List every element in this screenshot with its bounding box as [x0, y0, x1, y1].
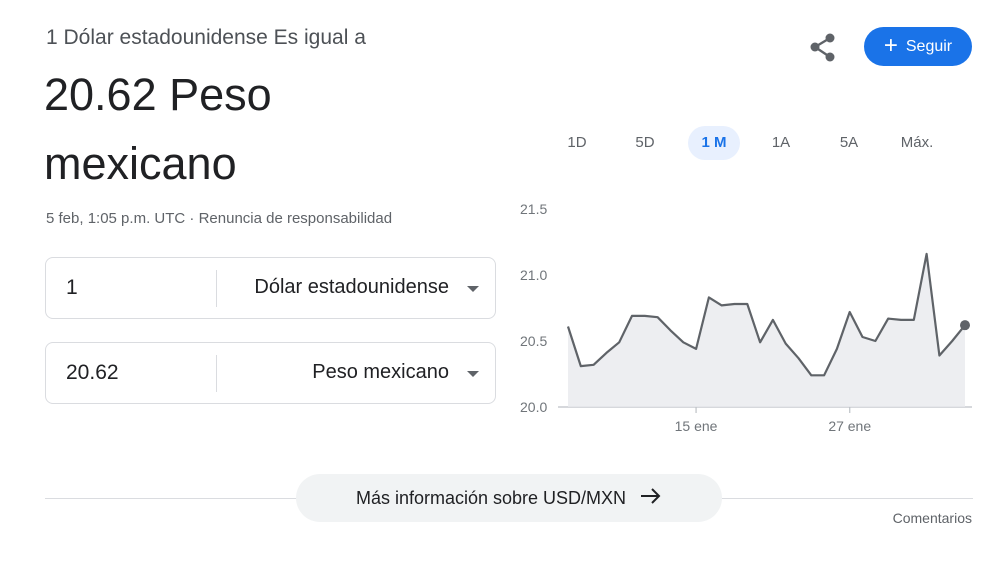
last-value-marker: [960, 320, 970, 331]
dropdown-caret-icon[interactable]: [467, 286, 479, 292]
plus-icon: +: [883, 31, 898, 59]
range-tab-5a[interactable]: 5A: [820, 126, 878, 160]
exchange-rate-chart[interactable]: 21.5 21.0 20.5 20.0 15 ene 27 ene: [510, 195, 980, 445]
timestamp-row: 5 feb, 1:05 p.m. UTC · Renuncia de respo…: [46, 210, 392, 227]
range-tab-1m[interactable]: 1 M: [688, 126, 740, 160]
arrow-right-icon: [640, 487, 662, 509]
y-tick-label: 20.0: [520, 399, 547, 415]
from-amount-input[interactable]: 1: [66, 276, 78, 300]
timestamp: 5 feb, 1:05 p.m. UTC: [46, 210, 186, 227]
more-info-label: Más información sobre USD/MXN: [355, 487, 627, 508]
range-tab-1d[interactable]: 1D: [548, 126, 606, 160]
time-range-tabs: 1D 5D 1 M 1A 5A Máx.: [548, 126, 958, 160]
field-divider: [216, 270, 217, 307]
x-tick-label: 15 ene: [675, 418, 718, 434]
range-tab-5d[interactable]: 5D: [616, 126, 674, 160]
divider-right: [721, 498, 973, 499]
from-currency-select[interactable]: Dólar estadounidense: [254, 276, 449, 299]
more-info-button[interactable]: Más información sobre USD/MXN: [296, 474, 722, 522]
y-tick-label: 20.5: [520, 333, 547, 349]
conversion-result-line1: 20.62 Peso: [44, 69, 272, 120]
follow-button[interactable]: + Seguir: [864, 27, 972, 66]
field-divider: [216, 355, 217, 392]
chart-svg: 21.5 21.0 20.5 20.0 15 ene 27 ene: [520, 201, 972, 434]
dropdown-caret-icon[interactable]: [467, 371, 479, 377]
share-icon[interactable]: [806, 30, 840, 64]
conversion-subtitle: 1 Dólar estadounidense Es igual a: [46, 26, 366, 49]
from-currency-row: 1 Dólar estadounidense: [45, 257, 496, 319]
range-tab-max[interactable]: Máx.: [888, 126, 946, 160]
to-amount-input[interactable]: 20.62: [66, 361, 119, 385]
to-currency-select[interactable]: Peso mexicano: [312, 361, 449, 384]
y-tick-label: 21.5: [520, 201, 547, 217]
range-tab-1a[interactable]: 1A: [752, 126, 810, 160]
y-tick-label: 21.0: [520, 267, 547, 283]
divider-left: [45, 498, 297, 499]
disclaimer-link[interactable]: Renuncia de responsabilidad: [199, 210, 392, 227]
meta-separator: ·: [185, 210, 199, 227]
to-currency-row: 20.62 Peso mexicano: [45, 342, 496, 404]
x-tick-label: 27 ene: [828, 418, 871, 434]
feedback-link[interactable]: Comentarios: [893, 510, 972, 526]
follow-label: Seguir: [905, 37, 953, 55]
conversion-result-line2: mexicano: [44, 138, 237, 189]
